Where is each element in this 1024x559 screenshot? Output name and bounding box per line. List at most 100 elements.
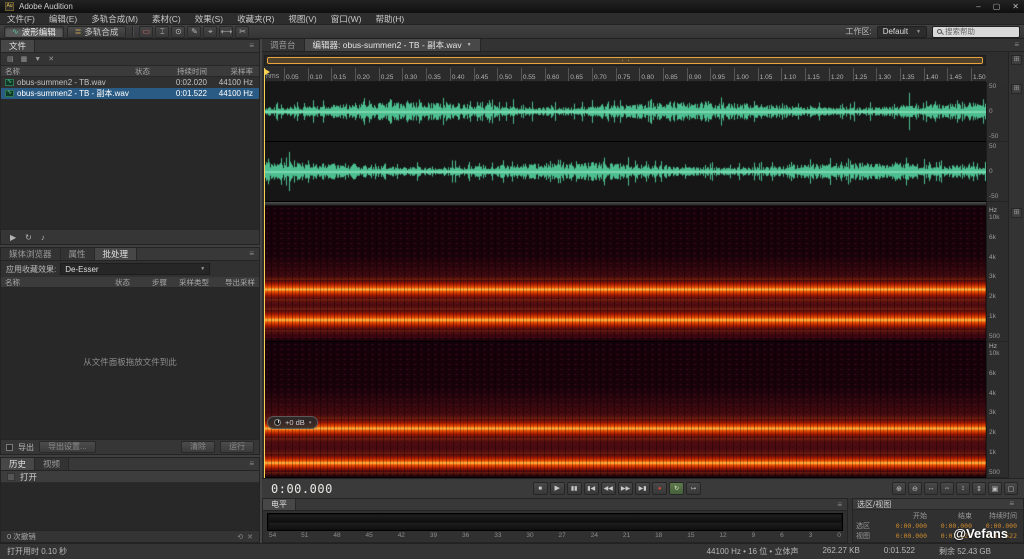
volume-hud[interactable]: +0 dB ▾ xyxy=(267,416,318,429)
panel-menu-icon[interactable]: ≡ xyxy=(1004,498,1019,510)
skip-selection-button[interactable]: ↦ xyxy=(686,482,701,495)
column-header[interactable]: 步骤 xyxy=(141,277,167,288)
help-search-input[interactable] xyxy=(945,27,1015,36)
zoom-scroll-strip[interactable]: ⊞ ⊞ ⊞ xyxy=(1008,52,1024,498)
tab-editor[interactable]: 编辑器: obus-summen2 - TB - 副本.wav ▼ xyxy=(305,39,481,51)
delete-file-icon[interactable]: ✕ xyxy=(48,54,54,65)
spot-healing-brush-tool-button[interactable]: ⌖ xyxy=(203,26,217,38)
tab-history[interactable]: 历史 xyxy=(1,458,35,470)
tab-files[interactable]: 文件 xyxy=(1,40,35,52)
tab-properties[interactable]: 属性 xyxy=(61,248,95,260)
menu-item[interactable]: 帮助(H) xyxy=(368,13,411,25)
minimize-button[interactable]: – xyxy=(976,0,980,13)
export-checkbox[interactable] xyxy=(6,444,13,451)
zoom-out-amplitude-button[interactable]: ⇕ xyxy=(972,482,986,495)
chevron-down-icon[interactable]: ▾ xyxy=(309,420,312,426)
zoom-in-button[interactable]: ⊕ xyxy=(892,482,906,495)
column-header[interactable]: 状态 xyxy=(135,66,161,77)
volume-knob-icon[interactable] xyxy=(274,419,281,426)
panel-menu-icon[interactable]: ≡ xyxy=(244,248,259,260)
slip-tool-button[interactable]: ⟷ xyxy=(219,26,233,38)
rewind-button[interactable]: ◀◀ xyxy=(601,482,616,495)
workspace-dropdown[interactable]: Default ▼ xyxy=(877,26,927,38)
menu-item[interactable]: 编辑(E) xyxy=(42,13,84,25)
playhead-marker[interactable] xyxy=(265,69,273,75)
tab-video[interactable]: 视频 xyxy=(35,458,69,470)
zoom-navigator-range[interactable] xyxy=(267,57,983,64)
column-header[interactable]: 名称 xyxy=(5,277,115,288)
menu-item[interactable]: 窗口(W) xyxy=(324,13,369,25)
paintbrush-selection-tool-button[interactable]: ✎ xyxy=(187,26,201,38)
maximize-button[interactable]: ▢ xyxy=(993,0,1001,13)
record-button[interactable]: ● xyxy=(652,482,667,495)
waveform-zoom-icon[interactable]: ⊞ xyxy=(1011,84,1022,94)
revert-icon[interactable]: ⟲ xyxy=(237,533,243,541)
column-header[interactable]: 持续时间 xyxy=(161,66,207,77)
playhead[interactable] xyxy=(264,68,265,478)
vertical-scale-column[interactable]: 500-50 500-50 Hz 10k6k4k3k2k1k500 Hz 10k… xyxy=(986,82,1008,478)
favorite-effect-dropdown[interactable]: De-Esser ▼ xyxy=(60,263,210,275)
panel-menu-icon[interactable]: ≡ xyxy=(832,499,847,510)
clear-button[interactable]: 清除 xyxy=(181,441,215,453)
column-header[interactable]: 采样类型 xyxy=(167,277,211,288)
play-button[interactable]: ▶ xyxy=(550,482,565,495)
tab-batch-process[interactable]: 批处理 xyxy=(95,248,138,260)
menu-item[interactable]: 视图(V) xyxy=(281,13,323,25)
stop-button[interactable]: ■ xyxy=(533,482,548,495)
trash-icon[interactable]: ✕ xyxy=(247,533,253,541)
obus-summen2 - TB.wav[interactable]: ∿ obus-summen2 - TB.wav 0:02.020 44100 H… xyxy=(1,77,259,88)
import-file-icon[interactable]: ▤ xyxy=(7,54,14,65)
help-search-box[interactable] xyxy=(932,26,1020,38)
tab-mixer[interactable]: 调音台 ▼ xyxy=(262,39,305,51)
menu-item[interactable]: 文件(F) xyxy=(0,13,42,25)
preview-play-button[interactable]: ▶ xyxy=(10,231,16,244)
timeline-ruler[interactable]: hms 0.050.100.150.200.250.300.350.400.45… xyxy=(264,68,986,82)
column-header[interactable]: 采样率 xyxy=(207,66,255,77)
zoom-out-button[interactable]: ⊖ xyxy=(908,482,922,495)
multitrack-button[interactable]: ≣ 多轨合成 xyxy=(67,26,127,38)
skip-to-start-button[interactable]: ▮◀ xyxy=(584,482,599,495)
tab-media-browser[interactable]: 媒体浏览器 xyxy=(1,248,61,260)
waveform-channel-left[interactable] xyxy=(264,82,986,142)
obus-summen2 - TB - 副本.wav[interactable]: ∿ obus-summen2 - TB - 副本.wav 0:01.522 44… xyxy=(1,88,259,99)
zoom-in-amplitude-button[interactable]: ↕ xyxy=(956,482,970,495)
time-selection-tool-button[interactable]: ⌶ xyxy=(155,26,169,38)
pause-button[interactable]: ▮▮ xyxy=(567,482,582,495)
auto-play-button[interactable]: ♪ xyxy=(41,231,45,244)
level-meter[interactable] xyxy=(267,513,843,531)
title-bar[interactable]: Au Adobe Audition – ▢ ✕ xyxy=(0,0,1024,13)
waveform-edit-button[interactable]: ∿ 波形编辑 xyxy=(4,26,64,38)
navigator-options-icon[interactable]: ⊞ xyxy=(1011,55,1022,65)
menu-item[interactable]: 多轨合成(M) xyxy=(84,13,145,25)
close-button[interactable]: ✕ xyxy=(1012,0,1019,13)
waveform-display[interactable] xyxy=(264,82,986,478)
zoom-out-time-button[interactable]: ⇔ xyxy=(940,482,954,495)
history-item[interactable]: 打开 xyxy=(1,471,259,483)
menu-item[interactable]: 素材(C) xyxy=(145,13,188,25)
marquee-selection-tool-button[interactable]: ▭ xyxy=(139,26,153,38)
preview-loop-button[interactable]: ↻ xyxy=(25,231,32,244)
spectral-channel-right[interactable] xyxy=(264,342,986,478)
spectral-zoom-icon[interactable]: ⊞ xyxy=(1011,208,1022,218)
spectral-channel-left[interactable] xyxy=(264,206,986,342)
fast-forward-button[interactable]: ▶▶ xyxy=(618,482,633,495)
loop-playback-button[interactable]: ↻ xyxy=(669,482,684,495)
zoom-in-time-button[interactable]: ↔ xyxy=(924,482,938,495)
skip-to-end-button[interactable]: ▶▮ xyxy=(635,482,650,495)
razor-tool-button[interactable]: ✂ xyxy=(235,26,249,38)
panel-menu-icon[interactable]: ≡ xyxy=(1009,39,1024,51)
menu-item[interactable]: 收藏夹(R) xyxy=(230,13,281,25)
export-settings-button[interactable]: 导出设置... xyxy=(39,441,96,453)
zoom-navigator[interactable] xyxy=(264,55,986,66)
column-header[interactable]: 导出采样 xyxy=(211,277,255,288)
zoom-full-button[interactable]: ▢ xyxy=(1004,482,1018,495)
waveform-channel-right[interactable] xyxy=(264,142,986,202)
new-file-icon[interactable]: ▼ xyxy=(34,54,41,65)
tab-levels[interactable]: 电平 xyxy=(263,499,296,510)
menu-item[interactable]: 效果(S) xyxy=(188,13,230,25)
panel-menu-icon[interactable]: ≡ xyxy=(244,40,259,52)
panel-menu-icon[interactable]: ≡ xyxy=(244,458,259,470)
zoom-to-selection-button[interactable]: ▣ xyxy=(988,482,1002,495)
tab-dropdown-caret[interactable]: ▼ xyxy=(467,42,472,48)
lasso-selection-tool-button[interactable]: ⊙ xyxy=(171,26,185,38)
